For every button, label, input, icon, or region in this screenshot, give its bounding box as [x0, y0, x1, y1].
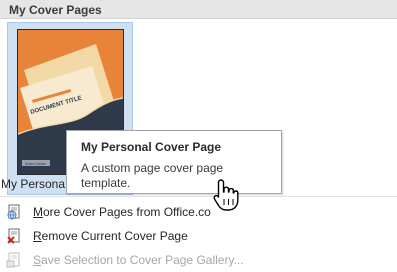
section-title: My Cover Pages — [9, 3, 102, 17]
save-selection-label: Save Selection to Cover Page Gallery... — [33, 253, 244, 267]
cover-footer-text: Author Name — [25, 162, 46, 166]
tile-label: My Persona — [1, 177, 66, 191]
section-header: My Cover Pages — [0, 0, 397, 19]
save-selection-item[interactable]: Save Selection to Cover Page Gallery... — [0, 248, 397, 272]
tooltip: My Personal Cover Page A custom page cov… — [66, 130, 282, 194]
remove-page-icon — [7, 228, 20, 244]
more-cover-pages-item[interactable]: More Cover Pages from Office.co — [0, 200, 397, 224]
globe-document-icon — [7, 204, 20, 220]
tooltip-title: My Personal Cover Page — [81, 140, 222, 154]
menu-divider — [0, 196, 397, 197]
remove-cover-page-item[interactable]: Remove Current Cover Page — [0, 224, 397, 248]
cover-page-menu: More Cover Pages from Office.co Remove C… — [0, 196, 397, 272]
save-selection-icon — [6, 252, 20, 268]
remove-cover-page-label: Remove Current Cover Page — [33, 229, 188, 243]
more-cover-pages-label: More Cover Pages from Office.co — [33, 205, 211, 219]
hand-pointer-icon — [213, 179, 239, 211]
